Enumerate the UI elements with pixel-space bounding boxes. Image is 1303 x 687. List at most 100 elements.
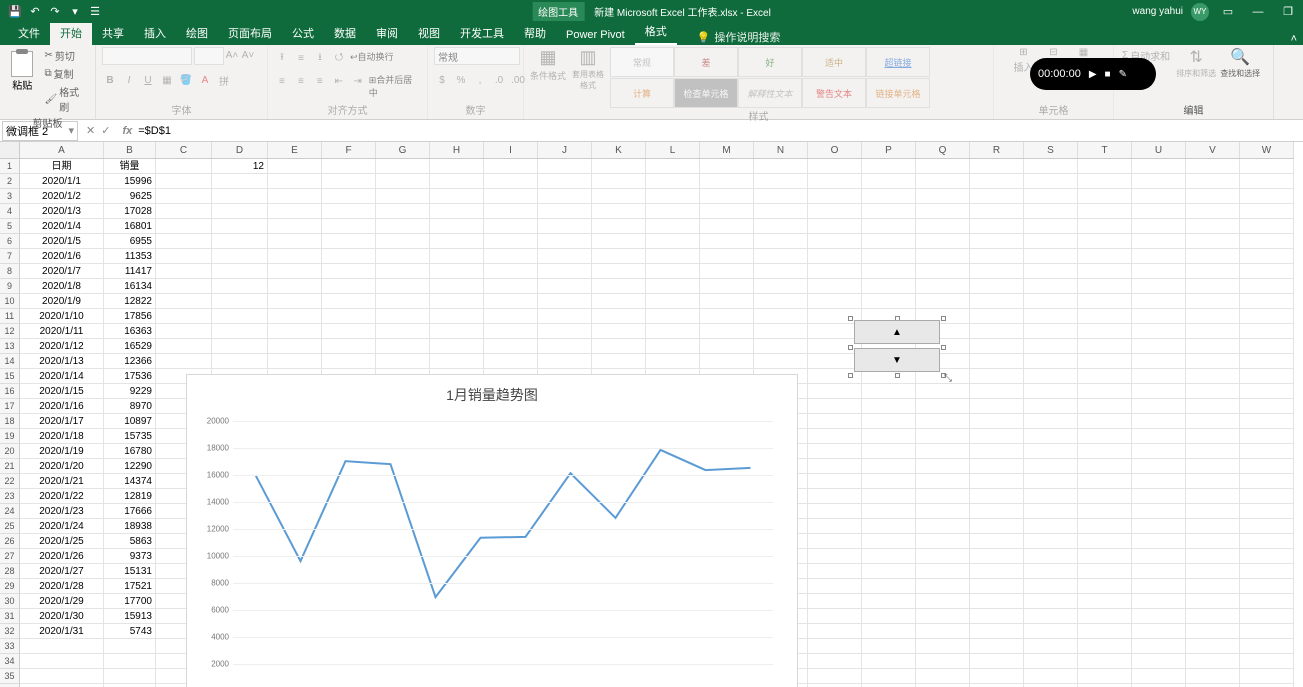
cell[interactable] (808, 459, 862, 474)
cell[interactable]: 2020/1/11 (20, 324, 104, 339)
cell[interactable] (916, 579, 970, 594)
cell[interactable]: 12290 (104, 459, 156, 474)
cell[interactable] (808, 234, 862, 249)
cell[interactable] (970, 204, 1024, 219)
cell[interactable] (1024, 549, 1078, 564)
fx-icon[interactable]: fx (122, 125, 132, 137)
cell[interactable]: 18938 (104, 519, 156, 534)
col-header-S[interactable]: S (1024, 142, 1078, 158)
cell[interactable] (646, 264, 700, 279)
cell[interactable] (916, 444, 970, 459)
cell[interactable] (808, 519, 862, 534)
cell[interactable] (430, 204, 484, 219)
cell[interactable] (862, 384, 916, 399)
ribbon-display-icon[interactable]: ▭ (1217, 3, 1239, 21)
col-header-G[interactable]: G (376, 142, 430, 158)
style-calc[interactable]: 计算 (610, 78, 674, 108)
cell[interactable] (1078, 519, 1132, 534)
cell[interactable] (1186, 309, 1240, 324)
row-header[interactable]: 12 (0, 324, 20, 339)
cell[interactable] (808, 504, 862, 519)
fill-color-button[interactable]: 🪣 (178, 72, 194, 88)
cell[interactable] (862, 579, 916, 594)
cell[interactable] (1132, 459, 1186, 474)
cell[interactable] (484, 234, 538, 249)
cell[interactable] (538, 204, 592, 219)
cell[interactable]: 9625 (104, 189, 156, 204)
cell[interactable] (916, 279, 970, 294)
cell[interactable] (268, 279, 322, 294)
row-header[interactable]: 33 (0, 639, 20, 654)
cell[interactable] (1132, 384, 1186, 399)
cell[interactable] (1024, 504, 1078, 519)
row-header[interactable]: 21 (0, 459, 20, 474)
style-linked[interactable]: 链接单元格 (866, 78, 930, 108)
save-icon[interactable]: 💾 (8, 5, 22, 19)
cell[interactable] (1132, 654, 1186, 669)
cell[interactable] (916, 189, 970, 204)
user-avatar[interactable]: WY (1191, 3, 1209, 21)
cell[interactable]: 2020/1/19 (20, 444, 104, 459)
resize-handle-icon[interactable]: ⤡ (944, 373, 952, 384)
cell[interactable] (268, 354, 322, 369)
cell[interactable] (104, 669, 156, 684)
cell[interactable] (1078, 174, 1132, 189)
cell[interactable] (484, 159, 538, 174)
cell[interactable] (754, 279, 808, 294)
row-header[interactable]: 15 (0, 369, 20, 384)
cell[interactable] (970, 264, 1024, 279)
cell[interactable] (970, 624, 1024, 639)
cell[interactable] (376, 159, 430, 174)
cell[interactable]: 2020/1/25 (20, 534, 104, 549)
row-header[interactable]: 27 (0, 549, 20, 564)
cell[interactable] (376, 204, 430, 219)
cell[interactable] (376, 174, 430, 189)
cell[interactable] (754, 264, 808, 279)
row-header[interactable]: 1 (0, 159, 20, 174)
cell[interactable] (1186, 534, 1240, 549)
cell[interactable] (1078, 189, 1132, 204)
cell[interactable]: 2020/1/7 (20, 264, 104, 279)
cell[interactable] (322, 174, 376, 189)
cell[interactable] (1240, 354, 1294, 369)
row-header[interactable]: 29 (0, 579, 20, 594)
cell[interactable] (484, 219, 538, 234)
find-select-button[interactable]: 🔍 查找和选择 (1220, 47, 1260, 79)
cell[interactable] (1186, 414, 1240, 429)
cell[interactable] (484, 264, 538, 279)
cell[interactable] (1024, 519, 1078, 534)
cell[interactable] (1024, 384, 1078, 399)
col-header-W[interactable]: W (1240, 142, 1294, 158)
cell[interactable]: 16780 (104, 444, 156, 459)
row-header[interactable]: 16 (0, 384, 20, 399)
cell[interactable] (1240, 294, 1294, 309)
cell[interactable] (156, 234, 212, 249)
row-header[interactable]: 7 (0, 249, 20, 264)
cell[interactable] (916, 399, 970, 414)
cell[interactable] (916, 294, 970, 309)
cell[interactable] (1024, 534, 1078, 549)
cell[interactable] (700, 234, 754, 249)
cell[interactable]: 2020/1/13 (20, 354, 104, 369)
cell[interactable] (592, 294, 646, 309)
cell[interactable] (808, 294, 862, 309)
cell[interactable]: 日期 (20, 159, 104, 174)
cell[interactable] (1240, 564, 1294, 579)
cell[interactable] (700, 354, 754, 369)
row-header[interactable]: 13 (0, 339, 20, 354)
cell[interactable] (970, 549, 1024, 564)
cell[interactable] (1186, 609, 1240, 624)
cell[interactable] (808, 579, 862, 594)
cell[interactable] (212, 174, 268, 189)
cell[interactable] (754, 234, 808, 249)
cell[interactable] (1186, 369, 1240, 384)
cell[interactable] (1186, 399, 1240, 414)
align-left-icon[interactable]: ≡ (274, 73, 290, 89)
cell[interactable] (808, 429, 862, 444)
cell[interactable] (430, 159, 484, 174)
cell[interactable] (1024, 159, 1078, 174)
col-header-A[interactable]: A (20, 142, 104, 158)
cell[interactable] (970, 414, 1024, 429)
cell[interactable] (1078, 414, 1132, 429)
cell[interactable] (156, 219, 212, 234)
